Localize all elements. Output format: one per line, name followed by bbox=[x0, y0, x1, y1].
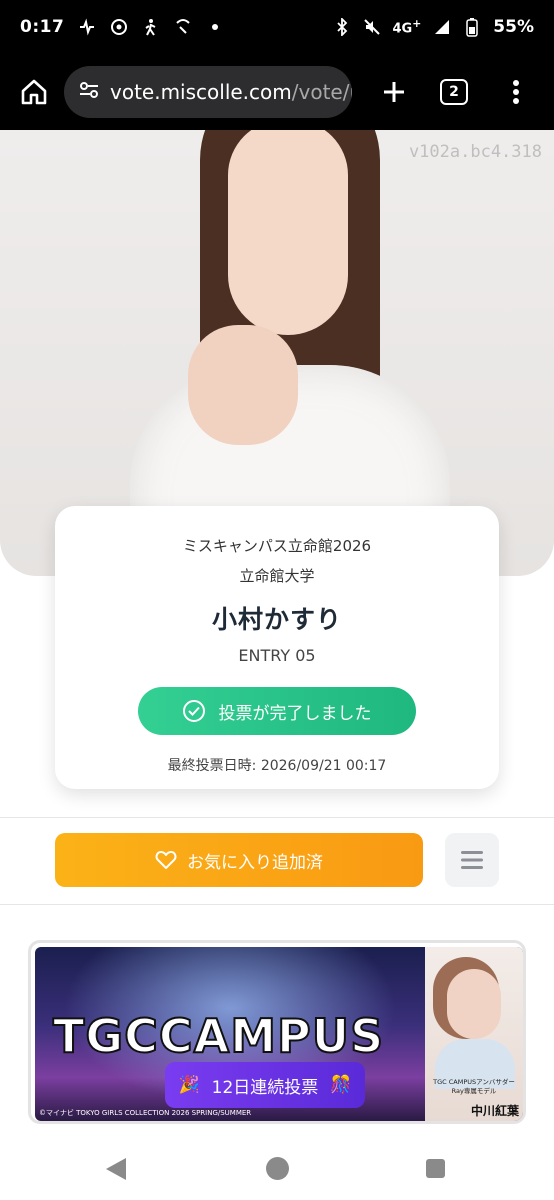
watermark: v102a.bc4.318 bbox=[408, 142, 542, 162]
plus-icon bbox=[384, 82, 404, 102]
banner-vote-badge[interactable]: 🎉 12日連続投票 🎊 bbox=[165, 1062, 365, 1108]
wifi-call-icon bbox=[174, 18, 192, 36]
banner-title: TGCCAMPUS bbox=[52, 1008, 385, 1064]
favorite-label: お気に入り追加済 bbox=[187, 852, 323, 873]
system-nav-bar bbox=[0, 1138, 554, 1200]
bluetooth-icon bbox=[333, 18, 351, 36]
hamburger-icon bbox=[461, 851, 483, 869]
battery-icon bbox=[463, 18, 481, 37]
page-menu-button[interactable] bbox=[445, 833, 499, 887]
heart-icon bbox=[155, 851, 177, 869]
url-text: vote.miscolle.com/vote/r bbox=[110, 80, 352, 104]
more-vertical-icon bbox=[513, 80, 519, 104]
home-button[interactable] bbox=[14, 72, 54, 112]
model-sub: Ray専属モデル bbox=[451, 1087, 497, 1096]
university-name: 立命館大学 bbox=[239, 567, 315, 585]
mute-icon bbox=[363, 18, 381, 36]
tab-switcher-button[interactable]: 2 bbox=[440, 79, 468, 105]
model-role: TGC CAMPUSアンバサダー bbox=[433, 1078, 515, 1086]
hotspot-icon bbox=[110, 18, 128, 36]
new-tab-button[interactable] bbox=[374, 72, 414, 112]
divider bbox=[0, 817, 554, 818]
model-face bbox=[447, 969, 501, 1039]
photo-hands bbox=[188, 325, 298, 445]
notification-dot-icon bbox=[206, 18, 224, 36]
favorite-button[interactable]: お気に入り追加済 bbox=[55, 833, 423, 887]
entry-name: 小村かすり bbox=[211, 605, 342, 634]
banner-vote-label: 12日連続投票 bbox=[211, 1077, 319, 1098]
model-name: 中川紅葉 bbox=[470, 1104, 519, 1118]
status-bar: 0:17 4G+ 55% bbox=[0, 0, 554, 54]
entry-number: ENTRY 05 bbox=[238, 646, 316, 665]
party-popper-icon: 🎉 bbox=[178, 1075, 200, 1095]
model-caption: TGC CAMPUSアンバサダー Ray専属モデル bbox=[425, 1078, 523, 1096]
home-icon bbox=[21, 79, 47, 105]
entry-info-card: ミスキャンパス立命館2026 立命館大学 小村かすり ENTRY 05 投票が完… bbox=[55, 506, 499, 789]
recent-apps-icon[interactable] bbox=[426, 1159, 445, 1178]
contest-name: ミスキャンパス立命館2026 bbox=[182, 537, 372, 555]
battery-percent: 55% bbox=[493, 17, 534, 37]
status-time: 0:17 bbox=[20, 17, 65, 37]
tgc-campus-banner[interactable]: TGCCAMPUS 🎉 12日連続投票 🎊 ©マイナビ TOKYO GIRLS … bbox=[28, 940, 526, 1124]
signal-icon bbox=[433, 18, 451, 36]
vote-complete-button[interactable]: 投票が完了しました bbox=[138, 687, 416, 735]
divider bbox=[0, 904, 554, 905]
photo-face bbox=[228, 130, 348, 335]
banner-credit: ©マイナビ TOKYO GIRLS COLLECTION 2026 SPRING… bbox=[39, 1109, 252, 1117]
model-photo: TGC CAMPUSアンバサダー Ray専属モデル 中川紅葉 bbox=[425, 947, 523, 1121]
last-vote-time: 最終投票日時: 2026/09/21 00:17 bbox=[167, 758, 387, 774]
network-type: 4G+ bbox=[392, 17, 422, 37]
url-bar[interactable]: vote.miscolle.com/vote/r bbox=[64, 66, 352, 118]
browser-toolbar: vote.miscolle.com/vote/r 2 bbox=[0, 54, 554, 130]
confetti-ball-icon: 🎊 bbox=[330, 1075, 352, 1095]
back-icon[interactable] bbox=[106, 1158, 126, 1180]
vote-status-label: 投票が完了しました bbox=[218, 703, 372, 724]
site-settings-icon[interactable] bbox=[78, 79, 100, 105]
heart-rate-icon bbox=[78, 18, 96, 36]
check-circle-icon bbox=[182, 700, 205, 722]
walking-icon bbox=[142, 18, 160, 36]
home-circle-icon[interactable] bbox=[266, 1157, 289, 1180]
banner-image: TGCCAMPUS 🎉 12日連続投票 🎊 ©マイナビ TOKYO GIRLS … bbox=[35, 947, 523, 1121]
browser-menu-button[interactable] bbox=[504, 72, 528, 112]
